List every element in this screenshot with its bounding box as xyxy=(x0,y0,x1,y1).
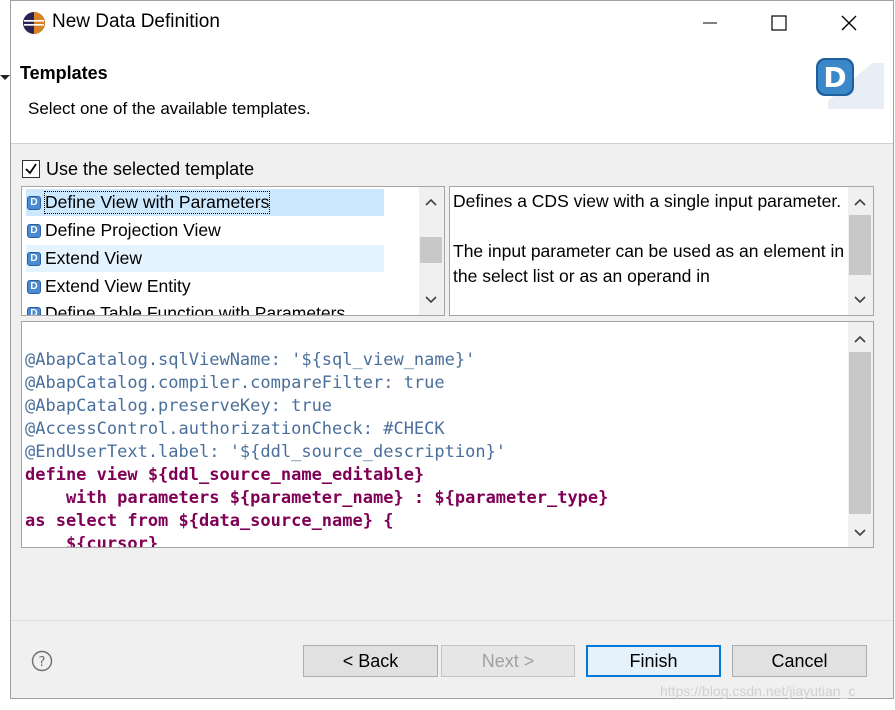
back-button[interactable]: < Back xyxy=(303,645,438,677)
list-scrollbar[interactable] xyxy=(419,187,444,315)
code-line: @EndUserText.label: '${ddl_source_descri… xyxy=(25,442,507,462)
code-line: @AbapCatalog.preserveKey: true xyxy=(25,396,333,416)
page-description: Select one of the available templates. xyxy=(28,99,311,118)
help-icon: ? xyxy=(31,650,53,672)
description-scrollbar[interactable] xyxy=(848,187,873,315)
code-block: @AbapCatalog.sqlViewName: '${sql_view_na… xyxy=(25,326,609,548)
cancel-button[interactable]: Cancel xyxy=(732,645,867,677)
window-title: New Data Definition xyxy=(52,11,220,32)
list-item[interactable]: D Define Table Function with Parameters xyxy=(27,300,345,315)
scrollbar-thumb[interactable] xyxy=(420,237,442,263)
wizard-header xyxy=(11,44,893,144)
scroll-up-icon[interactable] xyxy=(853,195,867,209)
data-definition-icon: D xyxy=(27,195,41,210)
minimize-button[interactable] xyxy=(687,1,733,44)
minimize-icon xyxy=(703,22,717,23)
data-definition-icon: D xyxy=(27,279,41,294)
list-item[interactable]: D Extend View xyxy=(27,245,142,272)
code-line: with parameters ${parameter_name} : ${pa… xyxy=(25,488,609,508)
template-description: Defines a CDS view with a single input p… xyxy=(449,186,874,316)
scroll-up-icon[interactable] xyxy=(424,195,438,209)
data-definition-icon: D xyxy=(27,223,41,238)
scrollbar-thumb[interactable] xyxy=(849,352,871,514)
data-definition-icon: D xyxy=(27,306,41,315)
footer-divider xyxy=(11,620,893,621)
svg-text:D: D xyxy=(823,61,846,94)
code-line: define view ${ddl_source_name_editable} xyxy=(25,465,425,485)
use-template-label: Use the selected template xyxy=(46,159,255,179)
template-code-preview: @AbapCatalog.sqlViewName: '${sql_view_na… xyxy=(21,321,874,548)
code-scrollbar[interactable] xyxy=(848,322,873,547)
eclipse-icon xyxy=(22,11,46,35)
checkmark-icon xyxy=(25,163,37,175)
svg-text:?: ? xyxy=(39,655,46,670)
watermark: https://blog.csdn.net/jiayutian_c xyxy=(660,683,856,699)
data-definition-logo-icon: D xyxy=(812,53,884,109)
help-button[interactable]: ? xyxy=(31,650,53,672)
page-title: Templates xyxy=(20,63,108,83)
maximize-button[interactable] xyxy=(756,1,802,44)
description-text: Defines a CDS view with a single input p… xyxy=(453,191,845,286)
background-window-arrow-icon xyxy=(0,75,10,80)
scroll-down-icon[interactable] xyxy=(853,526,867,540)
maximize-icon xyxy=(771,14,787,31)
code-line: as select from ${data_source_name} { xyxy=(25,511,394,531)
list-item[interactable]: D Extend View Entity xyxy=(27,273,191,300)
scrollbar-thumb[interactable] xyxy=(849,215,871,275)
next-button[interactable]: Next > xyxy=(441,645,575,677)
code-line: @AccessControl.authorizationCheck: #CHEC… xyxy=(25,419,445,439)
code-line: @AbapCatalog.sqlViewName: '${sql_view_na… xyxy=(25,350,476,370)
scroll-down-icon[interactable] xyxy=(853,293,867,307)
close-icon xyxy=(841,15,857,30)
code-line: @AbapCatalog.compiler.compareFilter: tru… xyxy=(25,373,445,393)
code-line: ${cursor} xyxy=(25,534,159,548)
list-item[interactable]: D Define View with Parameters xyxy=(27,189,271,216)
close-button[interactable] xyxy=(826,1,872,44)
list-item[interactable]: D Define Projection View xyxy=(27,217,221,244)
scroll-down-icon[interactable] xyxy=(424,293,438,307)
finish-button[interactable]: Finish xyxy=(586,645,721,677)
use-template-checkbox[interactable] xyxy=(22,160,40,178)
scroll-up-icon[interactable] xyxy=(853,332,867,346)
template-list[interactable]: D Define View with Parameters D Define P… xyxy=(21,186,445,316)
data-definition-icon: D xyxy=(27,251,41,266)
